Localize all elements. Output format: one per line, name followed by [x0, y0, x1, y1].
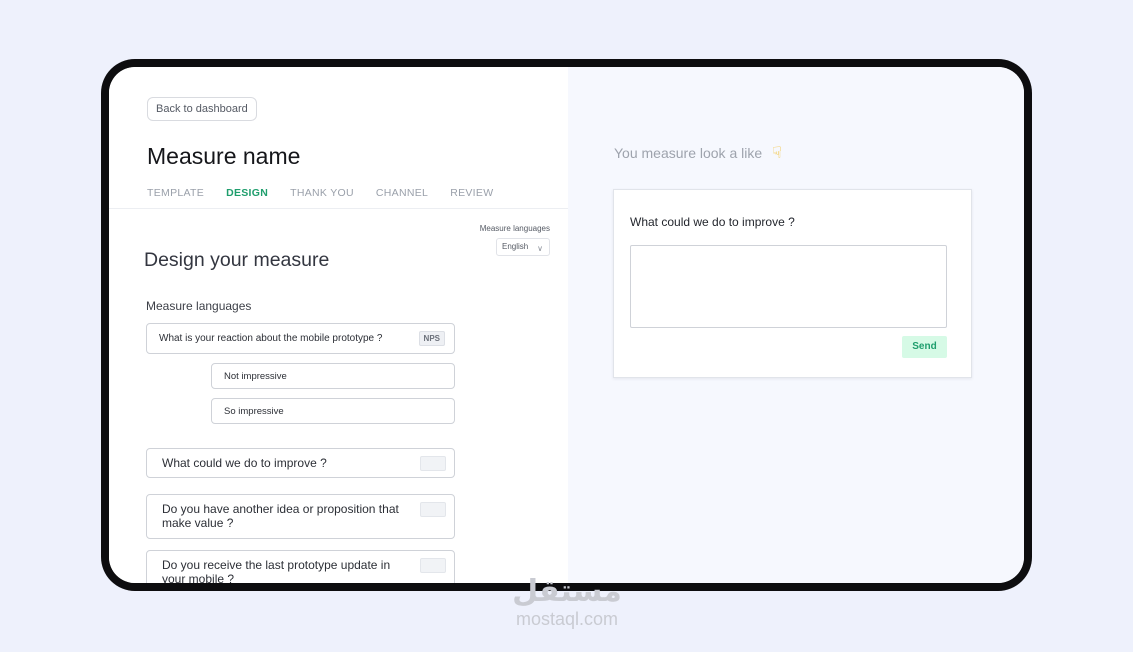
chevron-down-icon: ∨	[537, 244, 543, 253]
question-type-toggle[interactable]	[420, 502, 446, 517]
answer-option-input[interactable]: So impressive	[211, 398, 455, 424]
step-tabs: TEMPLATE DESIGN THANK YOU CHANNEL REVIEW	[147, 187, 493, 199]
pointing-down-hand-icon: ☟	[772, 145, 782, 162]
back-to-dashboard-button[interactable]: Back to dashboard	[147, 97, 257, 121]
question-type-toggle[interactable]	[420, 558, 446, 573]
question-card[interactable]: Do you receive the last prototype update…	[146, 550, 455, 583]
editor-panel: Back to dashboard Measure name TEMPLATE …	[109, 67, 568, 583]
section-label: Measure languages	[146, 299, 252, 313]
preview-heading-text: You measure look a like	[614, 145, 763, 161]
question-text: Do you have another idea or proposition …	[162, 502, 399, 530]
question-card[interactable]: Do you have another idea or proposition …	[146, 494, 455, 539]
question-type-toggle[interactable]	[420, 456, 446, 471]
watermark-latin: mostaql.com	[515, 609, 619, 629]
question-text: Do you receive the last prototype update…	[162, 558, 391, 583]
preview-panel: You measure look a like ☟ What could we …	[568, 67, 1024, 583]
tab-design[interactable]: DESIGN	[226, 187, 268, 199]
tab-template[interactable]: TEMPLATE	[147, 187, 204, 199]
design-title: Design your measure	[144, 249, 330, 271]
preview-card: What could we do to improve ? Send	[613, 189, 972, 378]
language-selected-value: English	[502, 242, 529, 251]
question-card-nps[interactable]: What is your reaction about the mobile p…	[146, 323, 455, 354]
preview-answer-textarea[interactable]	[630, 245, 947, 328]
language-label: Measure languages	[479, 224, 550, 233]
app-screen: Back to dashboard Measure name TEMPLATE …	[109, 67, 1024, 583]
watermark-logo: مستقل mostaql.com	[497, 575, 637, 629]
preview-heading: You measure look a like ☟	[614, 143, 782, 163]
question-text: What could we do to improve ?	[162, 456, 327, 470]
device-frame: Back to dashboard Measure name TEMPLATE …	[101, 59, 1032, 591]
tab-channel[interactable]: CHANNEL	[376, 187, 428, 199]
tab-thank-you[interactable]: THANK YOU	[290, 187, 354, 199]
preview-question: What could we do to improve ?	[630, 215, 795, 229]
answer-option-input[interactable]: Not impressive	[211, 363, 455, 389]
nps-badge: NPS	[418, 331, 445, 346]
tabs-divider	[109, 208, 568, 209]
question-card[interactable]: What could we do to improve ?	[146, 448, 455, 478]
tab-review[interactable]: REVIEW	[450, 187, 493, 199]
question-text: What is your reaction about the mobile p…	[159, 333, 383, 344]
watermark-arabic: مستقل	[512, 575, 622, 608]
language-select[interactable]: English ∨	[496, 238, 550, 256]
send-button[interactable]: Send	[902, 336, 947, 358]
measure-title: Measure name	[147, 143, 301, 169]
